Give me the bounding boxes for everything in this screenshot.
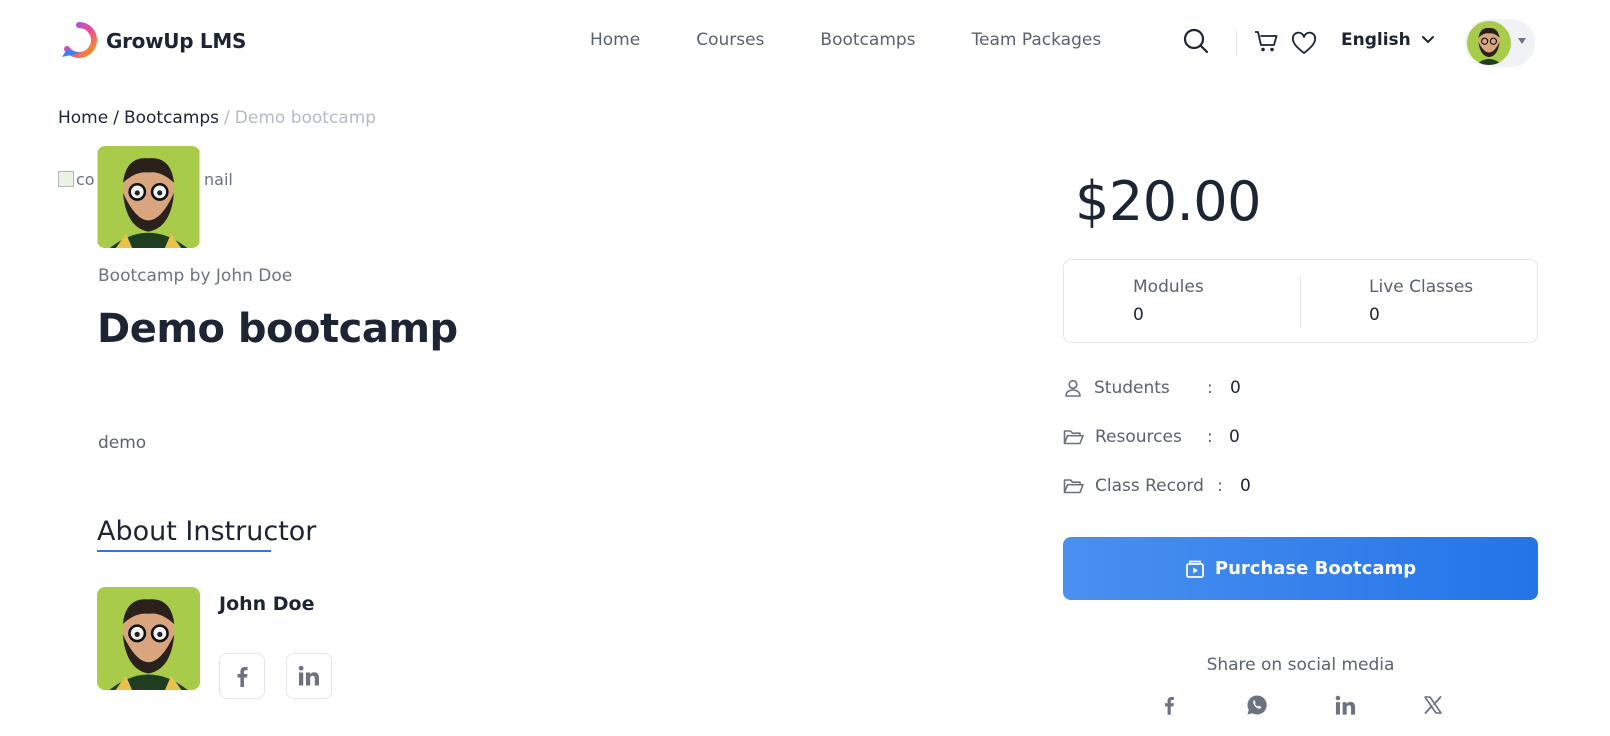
broken-image-icon bbox=[58, 171, 74, 187]
bootcamp-description: demo bbox=[98, 433, 147, 453]
live-classes-value: 0 bbox=[1369, 305, 1380, 325]
caret-down-icon bbox=[1518, 38, 1526, 44]
instructor-avatar bbox=[97, 587, 200, 690]
students-row: Students : 0 bbox=[1063, 378, 1283, 398]
breadcrumb: Home / Bootcamps / Demo bootcamp bbox=[58, 108, 376, 128]
nav-courses[interactable]: Courses bbox=[696, 30, 764, 50]
search-icon[interactable] bbox=[1182, 27, 1210, 55]
breadcrumb-separator: / bbox=[224, 108, 230, 128]
colon: : bbox=[1207, 378, 1213, 398]
modules-value: 0 bbox=[1133, 305, 1144, 325]
live-classes-stat: Live Classes 0 bbox=[1369, 277, 1473, 325]
modules-label: Modules bbox=[1133, 277, 1204, 297]
instructor-name: John Doe bbox=[219, 593, 315, 615]
instructor-thumbnail bbox=[97, 146, 200, 248]
breadcrumb-separator: / bbox=[113, 108, 119, 128]
resources-value: 0 bbox=[1229, 427, 1240, 447]
instructor-linkedin-button[interactable] bbox=[286, 653, 332, 699]
user-icon bbox=[1065, 379, 1081, 397]
thumbnail-alt-end: nail bbox=[204, 170, 233, 189]
share-whatsapp-button[interactable] bbox=[1242, 690, 1272, 720]
breadcrumb-current: Demo bootcamp bbox=[234, 108, 377, 128]
stat-divider bbox=[1300, 276, 1301, 328]
resources-row: Resources : 0 bbox=[1063, 427, 1283, 447]
about-instructor-heading: About Instructor bbox=[97, 516, 317, 547]
price: $20.00 bbox=[1075, 170, 1261, 233]
logo-icon bbox=[62, 22, 97, 58]
page-title: Demo bootcamp bbox=[97, 306, 458, 352]
avatar-image bbox=[97, 146, 200, 248]
user-menu[interactable] bbox=[1465, 19, 1535, 67]
language-label: English bbox=[1341, 30, 1411, 50]
facebook-icon bbox=[237, 667, 248, 687]
class-record-label: Class Record bbox=[1095, 476, 1204, 496]
colon: : bbox=[1207, 427, 1213, 447]
avatar-image bbox=[97, 587, 200, 690]
brand-logo[interactable]: GrowUp LMS bbox=[58, 22, 246, 60]
instructor-facebook-button[interactable] bbox=[219, 653, 265, 699]
live-classes-label: Live Classes bbox=[1369, 277, 1474, 297]
students-value: 0 bbox=[1230, 378, 1241, 398]
students-label: Students bbox=[1094, 378, 1170, 398]
linkedin-icon bbox=[1335, 695, 1355, 715]
x-icon bbox=[1424, 696, 1442, 714]
thumbnail-alt-start: co bbox=[76, 170, 95, 189]
bootcamp-byline: Bootcamp by John Doe bbox=[98, 266, 293, 286]
folder-icon bbox=[1063, 430, 1084, 445]
share-x-button[interactable] bbox=[1418, 690, 1448, 720]
linkedin-icon bbox=[298, 665, 319, 686]
share-label: Share on social media bbox=[1206, 655, 1395, 675]
share-linkedin-button[interactable] bbox=[1330, 690, 1360, 720]
breadcrumb-home[interactable]: Home bbox=[58, 108, 108, 128]
whatsapp-icon bbox=[1247, 695, 1267, 715]
colon: : bbox=[1217, 476, 1223, 496]
purchase-bootcamp-button[interactable]: Purchase Bootcamp bbox=[1063, 537, 1538, 600]
brand-name: GrowUp LMS bbox=[106, 29, 247, 53]
avatar-image bbox=[1467, 21, 1511, 65]
breadcrumb-bootcamps[interactable]: Bootcamps bbox=[124, 108, 219, 128]
purchase-icon bbox=[1186, 560, 1204, 578]
course-thumbnail-broken: co nail bbox=[58, 170, 233, 189]
purchase-label: Purchase Bootcamp bbox=[1214, 558, 1417, 579]
language-selector[interactable]: English bbox=[1341, 30, 1435, 50]
class-record-row: Class Record : 0 bbox=[1063, 476, 1283, 496]
header-divider bbox=[1236, 30, 1237, 56]
stats-card: Modules 0 Live Classes 0 bbox=[1063, 259, 1538, 343]
nav-team-packages[interactable]: Team Packages bbox=[972, 30, 1102, 50]
nav-home[interactable]: Home bbox=[590, 30, 640, 50]
heart-icon[interactable] bbox=[1290, 30, 1318, 58]
main-nav: Home Courses Bootcamps Team Packages bbox=[590, 30, 1157, 50]
modules-stat: Modules 0 bbox=[1133, 277, 1204, 325]
class-record-value: 0 bbox=[1240, 476, 1251, 496]
share-facebook-button[interactable] bbox=[1154, 690, 1184, 720]
facebook-icon bbox=[1165, 697, 1174, 715]
avatar bbox=[1467, 21, 1511, 65]
nav-bootcamps[interactable]: Bootcamps bbox=[820, 30, 915, 50]
resources-label: Resources bbox=[1095, 427, 1182, 447]
folder-icon bbox=[1063, 479, 1084, 494]
heading-underline bbox=[97, 550, 271, 552]
chevron-down-icon bbox=[1421, 36, 1434, 43]
cart-icon[interactable] bbox=[1252, 27, 1280, 55]
